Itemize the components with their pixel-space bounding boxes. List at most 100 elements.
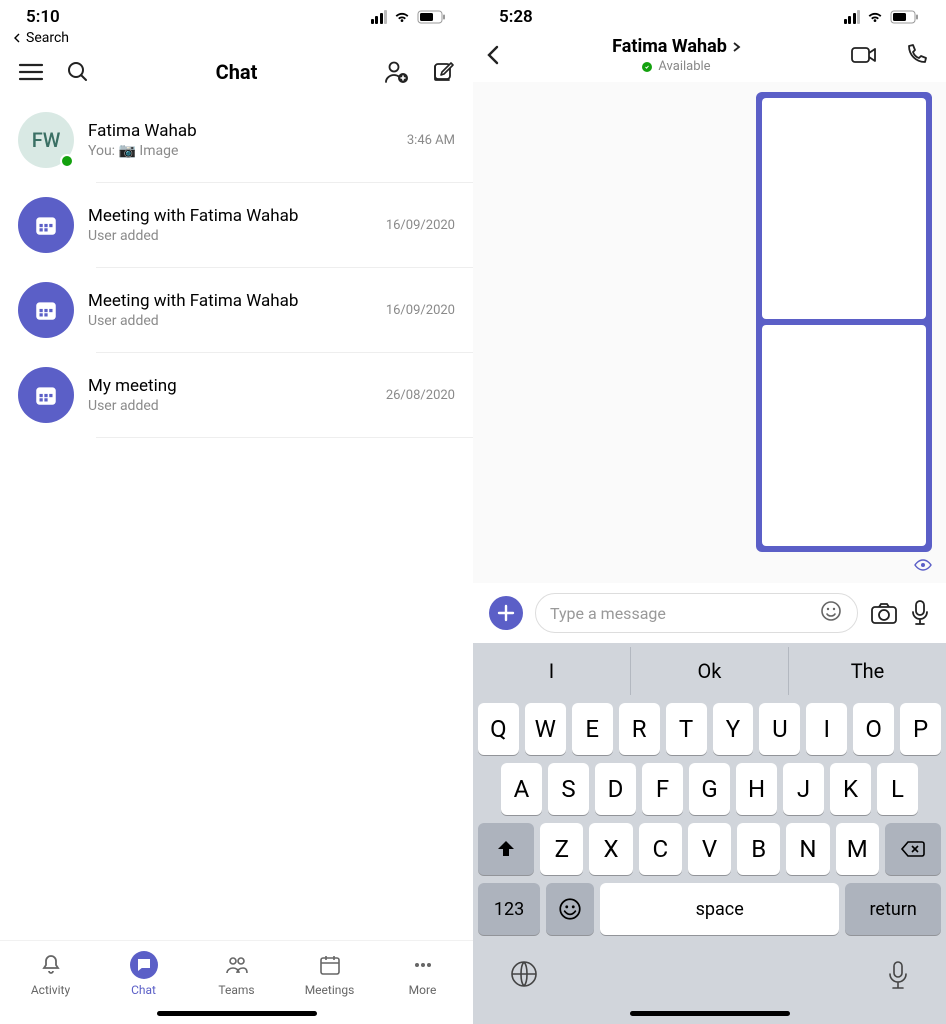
status-time: 5:10 (26, 7, 60, 27)
emoji-icon[interactable] (819, 599, 843, 627)
key[interactable]: T (666, 703, 707, 755)
chat-row-person[interactable]: FW Fatima Wahab You: 📷 Image 3:46 AM (0, 98, 473, 182)
globe-icon[interactable] (509, 959, 539, 995)
sent-image-message[interactable] (756, 92, 932, 552)
space-key[interactable]: space (600, 883, 839, 935)
presence-status: Available (612, 59, 741, 74)
emoji-key[interactable] (546, 883, 594, 935)
conversation-body[interactable] (473, 82, 946, 583)
microphone-icon[interactable] (910, 599, 930, 627)
key[interactable]: A (501, 763, 542, 815)
key[interactable]: G (689, 763, 730, 815)
chat-time: 16/09/2020 (386, 303, 455, 318)
add-contact-icon[interactable] (383, 60, 409, 84)
numbers-key[interactable]: 123 (478, 883, 540, 935)
keyboard-suggestions: I Ok The (473, 647, 946, 695)
conversation-header: Fatima Wahab Available (473, 28, 946, 82)
back-search-label: Search (26, 30, 69, 46)
message-input[interactable]: Type a message (535, 593, 858, 633)
key[interactable]: Q (478, 703, 519, 755)
nav-more[interactable]: More (383, 951, 463, 997)
message-placeholder: Type a message (550, 604, 666, 623)
key[interactable]: N (786, 823, 829, 875)
nav-meetings[interactable]: Meetings (290, 951, 370, 997)
chat-row-meeting[interactable]: Meeting with Fatima Wahab User added 16/… (0, 183, 473, 267)
menu-icon[interactable] (18, 62, 44, 82)
home-indicator[interactable] (630, 1011, 790, 1016)
nav-label: More (409, 983, 437, 997)
chat-time: 16/09/2020 (386, 218, 455, 233)
chat-list[interactable]: FW Fatima Wahab You: 📷 Image 3:46 AM Mee… (0, 98, 473, 940)
key[interactable]: C (639, 823, 682, 875)
shift-key[interactable] (478, 823, 534, 875)
key-row-4: 123 space return (473, 875, 946, 943)
key[interactable]: K (830, 763, 871, 815)
chat-subtitle: User added (88, 228, 372, 244)
screen-conversation: 5:28 Fatima Wahab Available (473, 0, 946, 1024)
key[interactable]: E (572, 703, 613, 755)
key[interactable]: O (853, 703, 894, 755)
search-icon[interactable] (66, 60, 90, 84)
presence-available-icon (642, 62, 652, 72)
backspace-key[interactable] (885, 823, 941, 875)
back-to-search[interactable]: Search (0, 28, 473, 54)
audiocall-icon[interactable] (904, 43, 928, 67)
presence-available-icon (60, 154, 74, 168)
key[interactable]: S (548, 763, 589, 815)
back-icon[interactable] (483, 43, 503, 67)
key-row-1: Q W E R T Y U I O P (473, 695, 946, 755)
nav-chat[interactable]: Chat (104, 951, 184, 997)
return-key[interactable]: return (845, 883, 941, 935)
conversation-title[interactable]: Fatima Wahab (612, 36, 741, 57)
chat-subtitle: User added (88, 313, 372, 329)
key[interactable]: I (806, 703, 847, 755)
chat-row-meeting[interactable]: Meeting with Fatima Wahab User added 16/… (0, 268, 473, 352)
cellular-icon (371, 10, 388, 24)
keyboard: I Ok The Q W E R T Y U I O P A S D F G H… (473, 643, 946, 1024)
key[interactable]: M (836, 823, 879, 875)
cellular-icon (844, 10, 861, 24)
page-title: Chat (216, 60, 258, 84)
chat-title: Meeting with Fatima Wahab (88, 206, 372, 226)
status-time: 5:28 (499, 7, 533, 27)
key[interactable]: J (783, 763, 824, 815)
avatar-meeting-icon (18, 367, 74, 423)
add-attachment-button[interactable] (489, 596, 523, 630)
message-composer: Type a message (473, 583, 946, 643)
bottom-nav: Activity Chat Teams Meetings More (0, 940, 473, 1003)
keyboard-bottom-row (473, 943, 946, 1003)
suggestion[interactable]: Ok (631, 647, 789, 695)
key[interactable]: Y (713, 703, 754, 755)
key-row-2: A S D F G H J K L (473, 755, 946, 815)
avatar-initials: FW (18, 112, 74, 168)
suggestion[interactable]: The (789, 647, 946, 695)
compose-icon[interactable] (431, 60, 455, 84)
key[interactable]: Z (540, 823, 583, 875)
nav-teams[interactable]: Teams (197, 951, 277, 997)
key[interactable]: B (737, 823, 780, 875)
nav-activity[interactable]: Activity (11, 951, 91, 997)
key[interactable]: F (642, 763, 683, 815)
key[interactable]: D (595, 763, 636, 815)
key[interactable]: V (688, 823, 731, 875)
key[interactable]: W (525, 703, 566, 755)
key[interactable]: L (877, 763, 918, 815)
videocall-icon[interactable] (850, 43, 878, 67)
home-indicator[interactable] (157, 1011, 317, 1016)
key[interactable]: R (619, 703, 660, 755)
key[interactable]: X (589, 823, 632, 875)
nav-label: Teams (218, 983, 254, 997)
screen-chat-list: 5:10 Search Chat (0, 0, 473, 1024)
key[interactable]: H (736, 763, 777, 815)
calendar-icon (316, 951, 344, 979)
more-icon (409, 951, 437, 979)
suggestion[interactable]: I (473, 647, 631, 695)
chevron-right-icon (731, 40, 741, 54)
status-icons (371, 10, 448, 24)
chat-row-meeting[interactable]: My meeting User added 26/08/2020 (0, 353, 473, 437)
key[interactable]: P (900, 703, 941, 755)
dictation-icon[interactable] (886, 959, 910, 995)
nav-label: Meetings (305, 983, 355, 997)
camera-icon[interactable] (870, 601, 898, 625)
key[interactable]: U (759, 703, 800, 755)
